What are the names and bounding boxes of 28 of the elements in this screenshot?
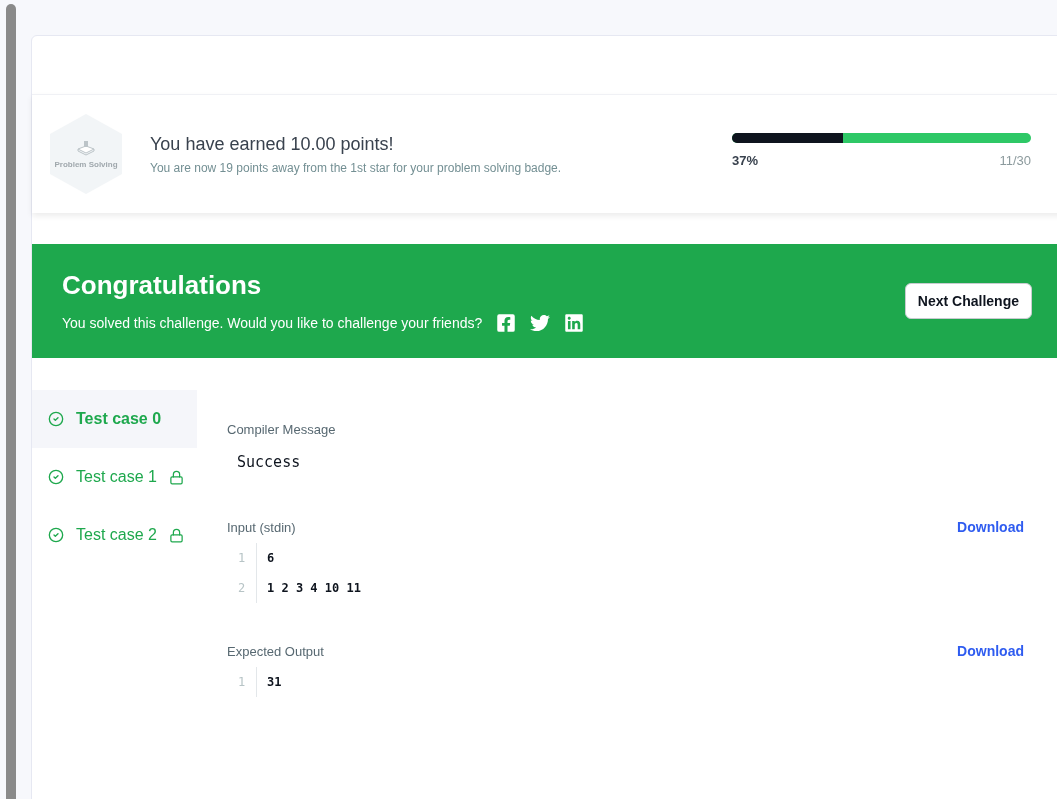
banner-title: Congratulations <box>62 269 263 301</box>
facebook-icon[interactable] <box>496 312 517 333</box>
linkedin-icon[interactable] <box>564 312 585 333</box>
banner-message: You solved this challenge. Would you like to challenge your friends? <box>62 314 483 331</box>
section-label: Input (stdin) <box>227 519 296 535</box>
test-case-tab[interactable]: Test case 2 <box>32 506 197 564</box>
download-link[interactable]: Download <box>957 519 1024 535</box>
scrollbar[interactable] <box>6 4 16 799</box>
compiler-message: Success <box>237 453 302 471</box>
download-link[interactable]: Download <box>957 643 1024 659</box>
progress-count: 11/30 <box>999 152 1031 168</box>
cube-icon <box>77 139 95 156</box>
badge-label: Problem Solving <box>54 159 118 169</box>
points-title: You have earned 10.00 points! <box>150 133 395 155</box>
section-label: Compiler Message <box>227 422 337 437</box>
test-case-tab[interactable]: Test case 1 <box>32 448 197 506</box>
line-number: 1 <box>227 667 257 697</box>
line-number: 2 <box>227 573 257 603</box>
test-case-tab[interactable]: Test case 0 <box>32 390 197 448</box>
code-line: 6 <box>266 551 275 565</box>
twitter-icon[interactable] <box>530 312 551 333</box>
next-challenge-button[interactable]: Next Challenge <box>904 283 1032 319</box>
code-line: 1 2 3 4 10 11 <box>266 581 361 595</box>
progress-percent: 37% <box>732 152 759 168</box>
points-subtitle: You are now 19 points away from the 1st star for your problem solving badge. <box>150 160 563 175</box>
line-number: 1 <box>227 543 257 573</box>
section-label: Expected Output <box>227 643 324 659</box>
code-line: 31 <box>266 675 282 689</box>
